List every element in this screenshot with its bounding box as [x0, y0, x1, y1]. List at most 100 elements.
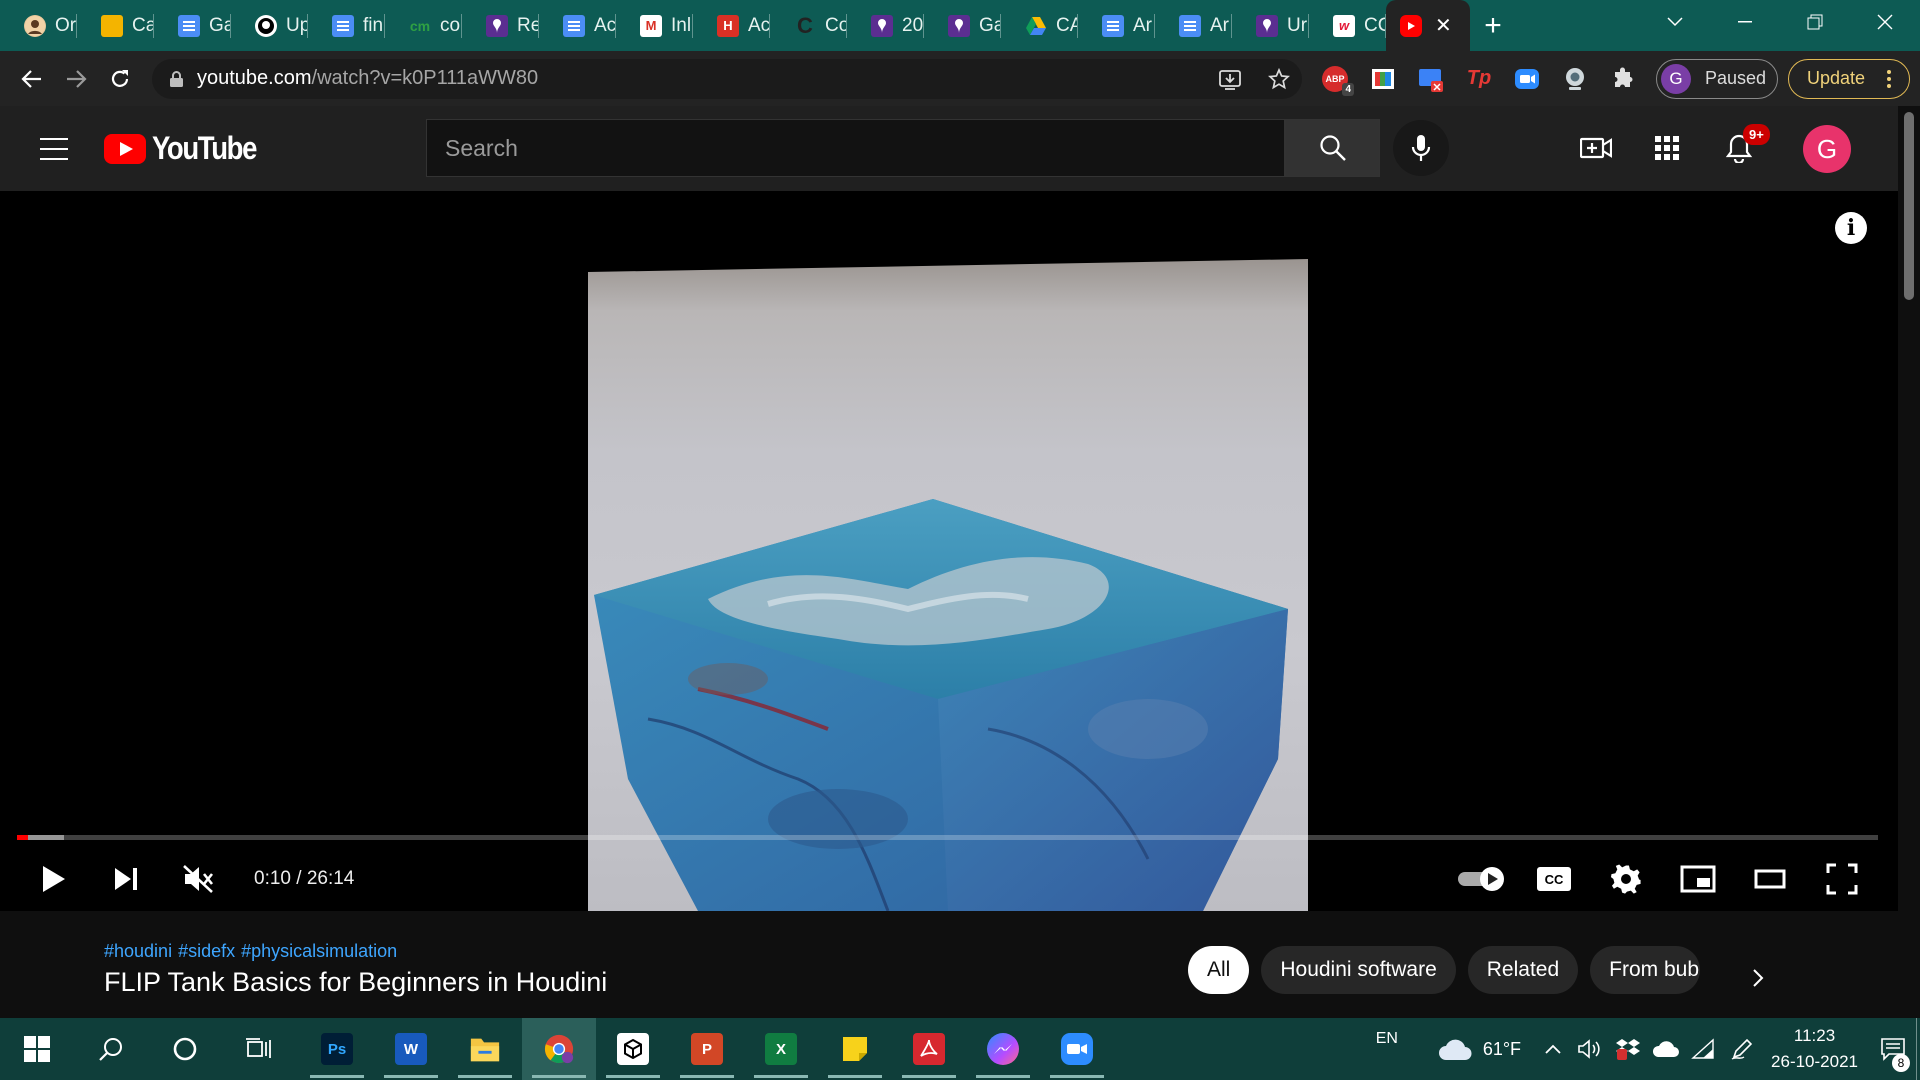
taskbar-app-unity[interactable] [596, 1018, 670, 1080]
browser-tab[interactable]: CA [1001, 0, 1078, 51]
taskbar-app-word[interactable]: W [374, 1018, 448, 1080]
search-input[interactable] [445, 134, 1284, 162]
video-player[interactable]: i 0:10 / 26:14 CC [0, 191, 1898, 911]
scrollbar-thumb[interactable] [1904, 112, 1914, 300]
browser-tab[interactable]: Ga [924, 0, 1001, 51]
onedrive-tray-icon[interactable] [1647, 1018, 1685, 1080]
browser-tab[interactable]: w CC [1309, 0, 1386, 51]
miniplayer-button[interactable] [1662, 851, 1734, 907]
browser-tab[interactable]: Ga [154, 0, 231, 51]
hamburger-menu-icon[interactable] [40, 137, 68, 160]
settings-button[interactable] [1590, 851, 1662, 907]
weather-widget[interactable]: 61°F [1437, 1018, 1521, 1080]
hashtag-link[interactable]: #physicalsimulation [241, 941, 397, 962]
tab-search-button[interactable] [1640, 0, 1710, 44]
taskbar-app-chrome[interactable] [522, 1018, 596, 1080]
show-desktop-button[interactable] [1916, 1018, 1920, 1080]
search-button[interactable] [1285, 119, 1380, 177]
browser-tab[interactable]: C Co [770, 0, 847, 51]
zoom-extension-icon[interactable] [1512, 64, 1542, 94]
taskbar-app-acrobat[interactable] [892, 1018, 966, 1080]
webcam-extension-icon[interactable] [1560, 64, 1590, 94]
voice-search-button[interactable] [1393, 120, 1449, 176]
autoplay-toggle[interactable] [1446, 851, 1518, 907]
subtitles-button[interactable]: CC [1518, 851, 1590, 907]
dropbox-tray-icon[interactable] [1609, 1018, 1647, 1080]
next-button[interactable] [90, 851, 162, 907]
extensions-puzzle-icon[interactable] [1608, 64, 1638, 94]
install-app-icon[interactable] [1218, 68, 1242, 90]
mute-button[interactable] [162, 851, 234, 907]
cortana-button[interactable] [148, 1018, 222, 1080]
browser-tab[interactable]: Ur [1232, 0, 1309, 51]
action-center-button[interactable]: 8 [1870, 1018, 1916, 1080]
start-button[interactable] [0, 1018, 74, 1080]
page-scrollbar[interactable] [1898, 106, 1920, 1018]
task-view-button[interactable] [222, 1018, 296, 1080]
browser-tab[interactable]: 20 [847, 0, 924, 51]
back-button[interactable] [12, 59, 52, 99]
play-button[interactable] [18, 851, 90, 907]
language-indicator[interactable]: EN [1367, 1018, 1407, 1080]
browser-tab[interactable]: M Inl [616, 0, 693, 51]
browser-tab[interactable]: Ar [1078, 0, 1155, 51]
account-avatar[interactable]: G [1803, 125, 1851, 173]
taskbar-app-sticky-notes[interactable] [818, 1018, 892, 1080]
hashtag-link[interactable]: #sidefx [178, 941, 235, 962]
close-tab-icon[interactable]: ✕ [1435, 13, 1452, 38]
screen-recorder-extension-icon[interactable] [1416, 64, 1446, 94]
browser-tab[interactable]: Or [0, 0, 77, 51]
gear-icon [1610, 864, 1641, 894]
restore-button[interactable] [1780, 0, 1850, 44]
pen-tray-icon[interactable] [1723, 1018, 1761, 1080]
hashtag-link[interactable]: #houdini [104, 941, 172, 962]
lock-icon[interactable] [170, 70, 183, 87]
browser-tab[interactable]: Ar [1155, 0, 1232, 51]
minimize-button[interactable] [1710, 0, 1780, 44]
fullscreen-button[interactable] [1806, 851, 1878, 907]
video-info-button[interactable]: i [1835, 212, 1867, 244]
search-taskbar-button[interactable] [74, 1018, 148, 1080]
forward-button[interactable] [56, 59, 96, 99]
system-clock[interactable]: 11:23 26-10-2021 [1771, 1023, 1858, 1075]
tab-youtube-active[interactable]: ✕ [1386, 0, 1470, 51]
notifications-bell-icon[interactable]: 9+ [1721, 124, 1770, 166]
chip-houdini-software[interactable]: Houdini software [1261, 946, 1456, 994]
bookmark-star-icon[interactable] [1268, 67, 1290, 90]
theater-mode-button[interactable] [1734, 851, 1806, 907]
wifi-tray-icon[interactable] [1685, 1018, 1723, 1080]
taskbar-app-powerpoint[interactable]: P [670, 1018, 744, 1080]
browser-tab[interactable]: cm co [385, 0, 462, 51]
taskbar-app-photoshop[interactable]: Ps [300, 1018, 374, 1080]
chips-next-button[interactable] [1738, 958, 1778, 998]
create-video-icon[interactable] [1578, 130, 1614, 166]
browser-tab[interactable]: fin [308, 0, 385, 51]
reload-button[interactable] [100, 59, 140, 99]
color-picker-extension-icon[interactable] [1368, 64, 1398, 94]
progress-bar[interactable] [17, 835, 1878, 840]
browser-tab[interactable]: Ca [77, 0, 154, 51]
browser-tab[interactable]: Ac [539, 0, 616, 51]
apps-grid-icon[interactable] [1649, 130, 1685, 166]
chip-related[interactable]: Related [1467, 946, 1579, 994]
close-window-button[interactable] [1850, 0, 1920, 44]
more-menu-icon[interactable] [1887, 69, 1892, 88]
taskbar-app-messenger[interactable] [966, 1018, 1040, 1080]
chip-from-bub[interactable]: From bub [1590, 946, 1701, 994]
volume-button[interactable] [1571, 1018, 1609, 1080]
adblock-extension-icon[interactable]: ABP 4 [1320, 64, 1354, 96]
taskbar-app-zoom[interactable] [1040, 1018, 1114, 1080]
new-tab-button[interactable]: + [1470, 0, 1516, 51]
taskbar-app-excel[interactable]: X [744, 1018, 818, 1080]
address-bar[interactable]: youtube.com/watch?v=k0P111aWW80 [152, 58, 1302, 99]
profile-chip[interactable]: G Paused [1656, 58, 1778, 99]
chip-all[interactable]: All [1188, 946, 1250, 994]
browser-tab[interactable]: Re [462, 0, 539, 51]
update-button[interactable]: Update [1788, 58, 1910, 99]
show-hidden-icons-button[interactable] [1535, 1018, 1571, 1080]
tp-extension-icon[interactable]: Tp [1464, 64, 1494, 94]
taskbar-app-file-explorer[interactable] [448, 1018, 522, 1080]
browser-tab[interactable]: Up [231, 0, 308, 51]
browser-tab[interactable]: H Ac [693, 0, 770, 51]
youtube-logo[interactable]: YouTube [104, 130, 273, 167]
